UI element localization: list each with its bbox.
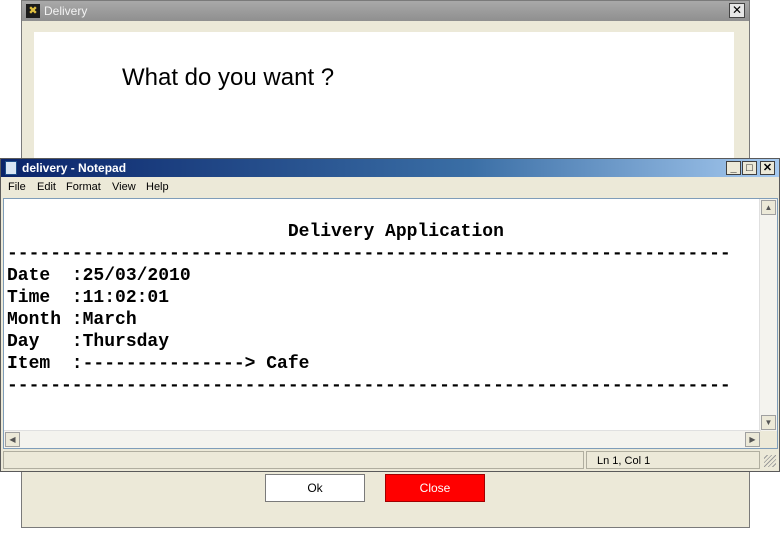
delivery-title-bar[interactable]: ✖ Delivery ✕	[22, 1, 749, 21]
delivery-question-label: What do you want ?	[122, 64, 335, 91]
status-pane-main	[3, 451, 584, 469]
menu-file[interactable]: File	[8, 178, 26, 197]
notepad-text-area[interactable]: Delivery Application -------------------…	[3, 198, 778, 449]
menu-view[interactable]: View	[112, 178, 136, 197]
menu-help[interactable]: Help	[146, 178, 169, 197]
resize-grip-icon[interactable]	[764, 455, 776, 467]
vertical-scrollbar[interactable]: ▲ ▼	[759, 199, 777, 431]
notepad-content[interactable]: Delivery Application -------------------…	[7, 221, 731, 397]
ok-button[interactable]: Ok	[265, 474, 365, 502]
notepad-icon	[5, 161, 17, 175]
notepad-menu-bar: File Edit Format View Help	[1, 178, 779, 197]
notepad-window: delivery - Notepad _ □ ✕ File Edit Forma…	[0, 158, 780, 472]
scroll-right-icon[interactable]: ▶	[745, 432, 760, 447]
delivery-question-panel: What do you want ?	[34, 32, 734, 162]
cross-icon: ✖	[26, 4, 40, 18]
cursor-position: Ln 1, Col 1	[586, 451, 760, 469]
scroll-up-icon[interactable]: ▲	[761, 200, 776, 215]
delivery-close-icon[interactable]: ✕	[729, 3, 745, 18]
scrollbar-corner	[760, 431, 777, 448]
scroll-left-icon[interactable]: ◀	[5, 432, 20, 447]
menu-edit[interactable]: Edit	[37, 178, 56, 197]
status-bar: Ln 1, Col 1	[3, 451, 778, 469]
menu-format[interactable]: Format	[66, 178, 101, 197]
close-icon[interactable]: ✕	[760, 161, 775, 175]
delivery-window-title: Delivery	[44, 4, 88, 18]
scroll-down-icon[interactable]: ▼	[761, 415, 776, 430]
horizontal-scrollbar[interactable]: ◀ ▶	[4, 430, 761, 448]
maximize-icon[interactable]: □	[742, 161, 757, 175]
close-button[interactable]: Close	[385, 474, 485, 502]
notepad-title-bar[interactable]: delivery - Notepad _ □ ✕	[1, 159, 779, 177]
minimize-icon[interactable]: _	[726, 161, 741, 175]
notepad-window-title: delivery - Notepad	[22, 161, 127, 175]
